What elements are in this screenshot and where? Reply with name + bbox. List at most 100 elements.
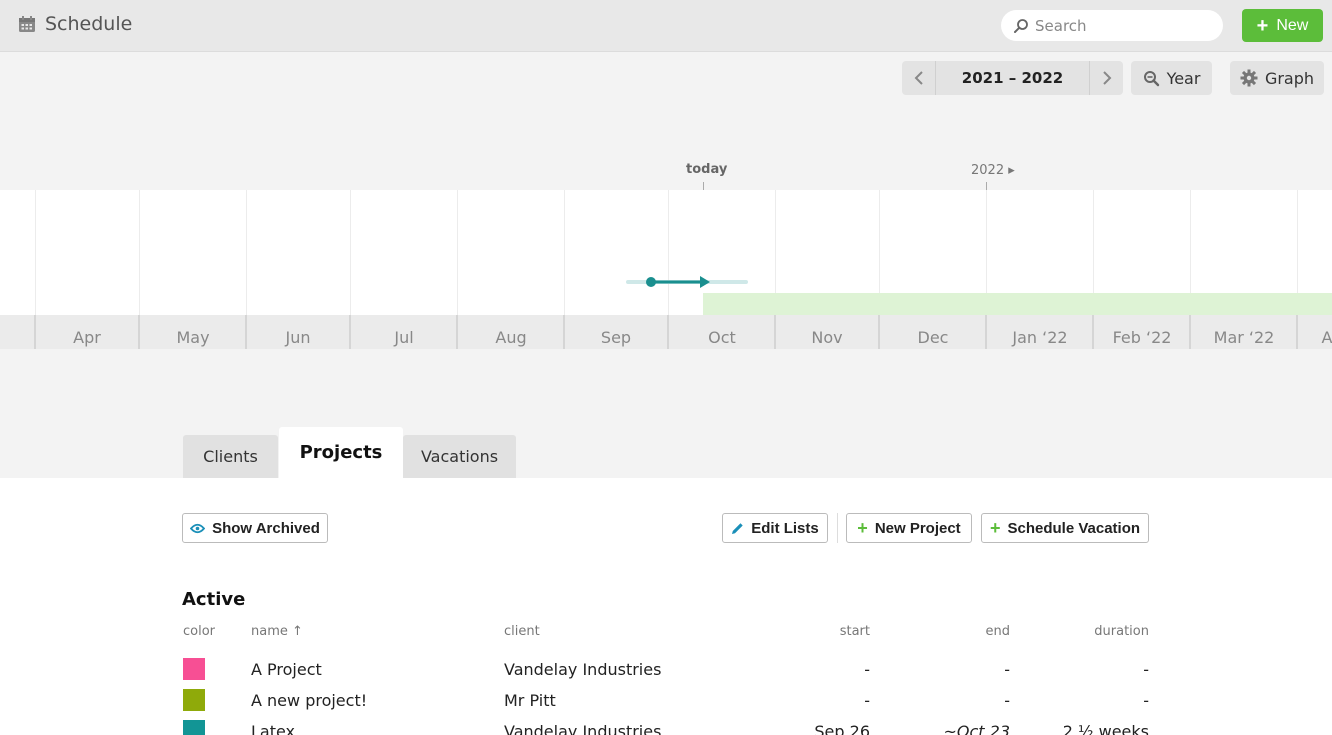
new-project-label: New Project — [874, 519, 961, 537]
capacity-band — [703, 293, 1332, 315]
new-button-label: New — [1276, 16, 1309, 34]
project-name[interactable]: Latex — [251, 722, 295, 735]
project-start: - — [864, 660, 870, 679]
project-duration: - — [1143, 660, 1149, 679]
today-marker — [703, 182, 704, 190]
month-divider — [138, 315, 140, 349]
new-button[interactable]: + New — [1242, 9, 1323, 42]
graph-label: Graph — [1264, 68, 1315, 88]
zoom-label: Year — [1166, 68, 1201, 88]
gear-icon — [1240, 69, 1258, 87]
zoom-year-button[interactable]: Year — [1131, 61, 1212, 95]
projects-panel: Show Archived Edit Lists + New Project +… — [0, 478, 1332, 735]
search-icon — [1014, 18, 1028, 33]
search-input[interactable] — [1035, 16, 1215, 35]
year-tick — [986, 182, 987, 190]
prev-range-button[interactable] — [902, 61, 935, 95]
month-divider — [985, 315, 987, 349]
month-label: May — [176, 328, 210, 347]
project-end: - — [1004, 660, 1010, 679]
month-divider — [1189, 315, 1191, 349]
chevron-left-icon — [914, 71, 923, 85]
graph-button[interactable]: Graph — [1230, 61, 1324, 95]
column-header-end[interactable]: end — [910, 624, 1011, 639]
column-header-color: color — [183, 624, 216, 639]
grid-line — [350, 190, 351, 315]
schedule-vacation-label: Schedule Vacation — [1007, 519, 1141, 537]
plus-icon: + — [857, 518, 868, 538]
project-end: ~Oct 23 — [943, 722, 1010, 735]
grid-line — [246, 190, 247, 315]
year-marker[interactable]: 2022 ▸ — [971, 163, 1015, 178]
date-range-pager: 2021 – 2022 — [902, 61, 1123, 95]
grid-line — [139, 190, 140, 315]
project-color-swatch — [183, 689, 205, 711]
timeline-track — [0, 190, 1332, 315]
project-name[interactable]: A new project! — [251, 691, 367, 710]
project-color-swatch — [183, 720, 205, 735]
column-header-name[interactable]: name ↑ — [251, 624, 303, 639]
month-divider — [1092, 315, 1094, 349]
arrow-right-icon — [700, 276, 710, 288]
month-label: Mar ‘22 — [1213, 328, 1275, 347]
project-client: Mr Pitt — [504, 691, 556, 710]
tab-vacations[interactable]: Vacations — [403, 435, 516, 478]
month-label: A — [1321, 328, 1332, 347]
plus-icon: + — [989, 518, 1001, 538]
search-box[interactable] — [1001, 10, 1223, 41]
project-color-swatch — [183, 658, 205, 680]
app-title: Schedule — [18, 13, 132, 35]
pencil-icon — [732, 522, 743, 534]
month-label: Feb ‘22 — [1112, 328, 1172, 347]
app-header: Schedule + New — [0, 0, 1332, 52]
month-label: Apr — [73, 328, 101, 347]
show-archived-button[interactable]: Show Archived — [182, 513, 328, 543]
grid-line — [457, 190, 458, 315]
section-title: Active — [182, 589, 246, 610]
column-header-client[interactable]: client — [504, 624, 540, 639]
month-divider — [349, 315, 351, 349]
next-range-button[interactable] — [1090, 61, 1123, 95]
tab-projects[interactable]: Projects — [279, 427, 403, 478]
project-bar-latex[interactable] — [620, 272, 760, 294]
grid-line — [668, 190, 669, 315]
month-label: Jun — [285, 328, 311, 347]
month-divider — [667, 315, 669, 349]
project-duration: 2 ½ weeks — [1062, 722, 1149, 735]
month-label: Jan ‘22 — [1012, 328, 1068, 347]
schedule-vacation-button[interactable]: + Schedule Vacation — [981, 513, 1149, 543]
month-label: Sep — [600, 328, 632, 347]
month-label: Aug — [495, 328, 527, 347]
month-label: Dec — [917, 328, 949, 347]
calendar-icon — [19, 16, 35, 32]
month-divider — [245, 315, 247, 349]
new-project-button[interactable]: + New Project — [846, 513, 972, 543]
project-client: Vandelay Industries — [504, 722, 662, 735]
page-title: Schedule — [45, 13, 133, 35]
date-range-label: 2021 – 2022 — [935, 61, 1090, 95]
column-header-duration[interactable]: duration — [1049, 624, 1149, 639]
project-start: - — [864, 691, 870, 710]
grid-line — [564, 190, 565, 315]
month-divider — [34, 315, 36, 349]
month-label: Oct — [708, 328, 736, 347]
column-header-start[interactable]: start — [770, 624, 870, 639]
month-divider — [1296, 315, 1298, 349]
project-start-dot[interactable] — [646, 277, 656, 287]
project-start: Sep 26 — [814, 722, 870, 735]
zoom-icon — [1143, 70, 1159, 86]
tab-clients[interactable]: Clients — [183, 435, 278, 478]
month-axis: Apr May Jun Jul Aug Sep Oct Nov Dec Jan … — [0, 315, 1332, 349]
project-name[interactable]: A Project — [251, 660, 322, 679]
today-label: today — [686, 162, 728, 177]
month-label: Nov — [811, 328, 843, 347]
show-archived-label: Show Archived — [212, 519, 320, 537]
month-label: Jul — [394, 328, 414, 347]
month-divider — [456, 315, 458, 349]
edit-lists-button[interactable]: Edit Lists — [722, 513, 828, 543]
project-end: - — [1004, 691, 1010, 710]
project-duration: - — [1143, 691, 1149, 710]
project-client: Vandelay Industries — [504, 660, 662, 679]
toolbar-divider — [837, 513, 838, 543]
month-divider — [774, 315, 776, 349]
